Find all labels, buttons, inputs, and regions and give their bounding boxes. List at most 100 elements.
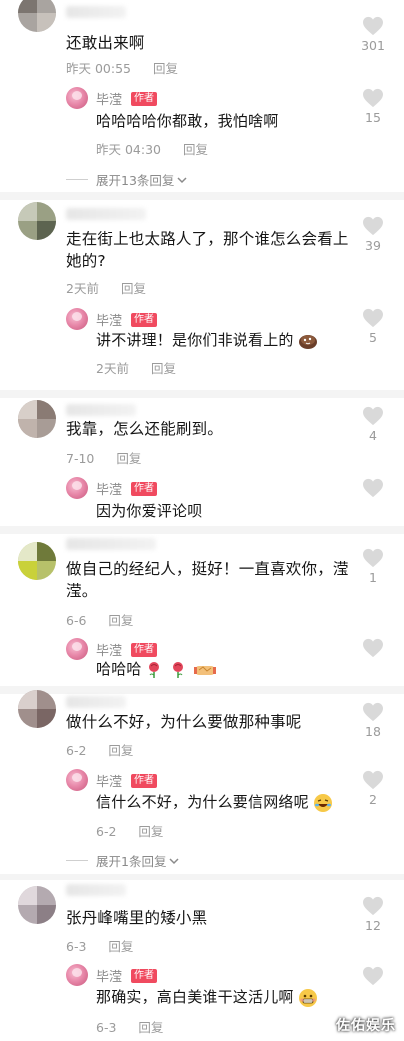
like-button[interactable] <box>358 638 388 658</box>
like-button[interactable] <box>358 478 388 498</box>
like-button[interactable] <box>358 966 388 986</box>
author-badge: 作者 <box>131 313 157 327</box>
author-name[interactable]: 毕滢 <box>96 966 122 985</box>
avatar[interactable] <box>18 0 56 32</box>
comment-time: 6-6 <box>66 613 87 628</box>
expand-label: 展开1条回复 <box>96 854 167 869</box>
watermark: 佐佑娱乐 <box>336 1018 396 1034</box>
rose-emoji-icon <box>172 661 183 678</box>
username[interactable] <box>66 884 126 896</box>
avatar[interactable] <box>18 542 56 580</box>
reply-button[interactable]: 回复 <box>108 743 133 758</box>
heart-icon <box>363 896 383 916</box>
author-avatar[interactable] <box>66 769 88 791</box>
username[interactable] <box>66 538 156 550</box>
comment-time: 2天前 <box>66 281 99 296</box>
username[interactable] <box>66 696 126 708</box>
author-avatar[interactable] <box>66 477 88 499</box>
reply-button[interactable]: 回复 <box>116 451 141 466</box>
reply-button[interactable]: 回复 <box>183 142 208 157</box>
avatar[interactable] <box>18 690 56 728</box>
username[interactable] <box>66 208 146 220</box>
cookie-emoji-icon <box>298 334 317 349</box>
comment-thread: 做自己的经纪人，挺好！一直喜欢你，滢滢。 6-6 回复 1 毕滢 作者 哈哈哈 <box>0 534 404 686</box>
like-button[interactable]: 15 <box>358 88 388 125</box>
comment-meta: 6-2 回复 <box>66 740 133 759</box>
reply-button[interactable]: 回复 <box>138 824 163 839</box>
author-name[interactable]: 毕滢 <box>96 640 122 659</box>
author-avatar[interactable] <box>66 308 88 330</box>
reply-meta: 6-2 回复 <box>96 821 163 840</box>
comment-thread: 还敢出来啊 昨天 00:55 回复 301 毕滢 作者 哈哈哈哈你都敢，我怕啥啊 … <box>0 0 404 192</box>
like-button[interactable]: 18 <box>358 702 388 739</box>
reply-button[interactable]: 回复 <box>121 281 146 296</box>
reply-meta: 2天前 回复 <box>96 358 176 377</box>
divider <box>66 179 88 180</box>
author-name[interactable]: 毕滢 <box>96 771 122 790</box>
author-avatar[interactable] <box>66 87 88 109</box>
reply-button[interactable]: 回复 <box>108 613 133 628</box>
like-button[interactable]: 4 <box>358 406 388 443</box>
heart-icon <box>363 770 383 790</box>
handshake-emoji-icon <box>193 665 216 675</box>
comment-time: 7-10 <box>66 451 95 466</box>
comment-text: 还敢出来啊 <box>66 34 145 52</box>
reply-button[interactable]: 回复 <box>138 1020 163 1035</box>
reply-text-content: 信什么不好，为什么要信网络呢 <box>96 793 309 811</box>
reply-button[interactable]: 回复 <box>108 939 133 954</box>
author-avatar[interactable] <box>66 964 88 986</box>
username[interactable] <box>66 6 126 18</box>
reply-time: 6-3 <box>96 1020 117 1035</box>
like-button[interactable]: 5 <box>358 308 388 345</box>
reply-time: 2天前 <box>96 361 129 376</box>
chevron-down-icon <box>177 176 187 183</box>
author-name[interactable]: 毕滢 <box>96 89 122 108</box>
comment-thread: 我靠，怎么还能刷到。 7-10 回复 4 毕滢 作者 因为你爱评论呗 <box>0 398 404 526</box>
heart-icon <box>363 638 383 658</box>
avatar[interactable] <box>18 400 56 438</box>
username[interactable] <box>66 404 136 416</box>
like-button[interactable]: 1 <box>358 548 388 585</box>
comment-meta: 7-10 回复 <box>66 448 141 467</box>
avatar[interactable] <box>18 202 56 240</box>
comment-meta: 昨天 00:55 回复 <box>66 58 178 77</box>
reply-meta: 6-3 回复 <box>96 1017 163 1036</box>
reply-button[interactable]: 回复 <box>151 361 176 376</box>
rose-emoji-icon <box>148 661 159 678</box>
expand-replies-button[interactable]: 展开1条回复 <box>66 851 180 870</box>
like-button[interactable]: 301 <box>358 16 388 53</box>
heart-icon <box>363 702 383 722</box>
reply-text: 哈哈哈哈你都敢，我怕啥啊 <box>96 112 279 130</box>
like-button[interactable]: 39 <box>358 216 388 253</box>
comment-time: 昨天 00:55 <box>66 61 131 76</box>
like-count: 4 <box>369 428 377 443</box>
author-name[interactable]: 毕滢 <box>96 310 122 329</box>
expand-replies-button[interactable]: 展开13条回复 <box>66 170 188 189</box>
like-button[interactable]: 12 <box>358 896 388 933</box>
reply-text: 那确实，高白美谁干这活儿啊 <box>96 986 356 1008</box>
author-badge: 作者 <box>131 969 157 983</box>
reply-time: 6-2 <box>96 824 117 839</box>
laughing-emoji-icon <box>313 793 332 812</box>
reply-button[interactable]: 回复 <box>153 61 178 76</box>
author-badge: 作者 <box>131 92 157 106</box>
comment-thread: 做什么不好，为什么要做那种事呢 6-2 回复 18 毕滢 作者 信什么不好，为什么… <box>0 690 404 878</box>
reply-text-content: 讲不讲理！是你们非说看上的 <box>96 331 294 349</box>
reply-time: 昨天 04:30 <box>96 142 161 157</box>
author-name[interactable]: 毕滢 <box>96 479 122 498</box>
heart-icon <box>363 16 383 36</box>
avatar[interactable] <box>18 886 56 924</box>
comment-text: 做自己的经纪人，挺好！一直喜欢你，滢滢。 <box>66 560 349 600</box>
comment-text: 我靠，怎么还能刷到。 <box>66 420 224 438</box>
reply-text-content: 那确实，高白美谁干这活儿啊 <box>96 988 294 1006</box>
like-button[interactable]: 2 <box>358 770 388 807</box>
author-badge: 作者 <box>131 643 157 657</box>
divider <box>0 390 404 398</box>
like-count: 15 <box>365 110 381 125</box>
reply-text: 信什么不好，为什么要信网络呢 <box>96 791 356 813</box>
author-badge: 作者 <box>131 774 157 788</box>
comment-meta: 2天前 回复 <box>66 278 146 297</box>
comment-time: 6-2 <box>66 743 87 758</box>
author-avatar[interactable] <box>66 638 88 660</box>
divider <box>0 686 404 694</box>
